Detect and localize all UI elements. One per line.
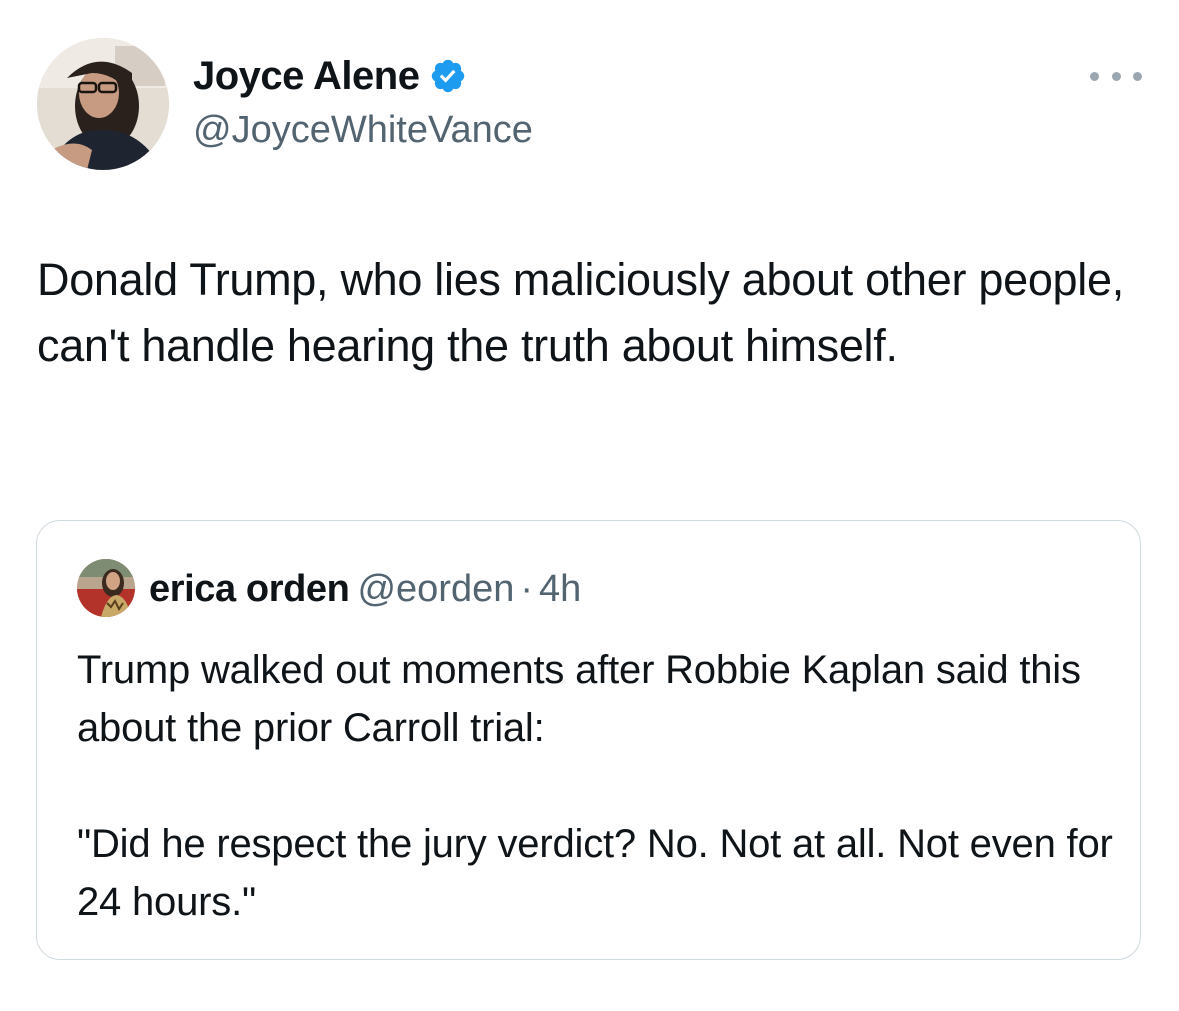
dot-separator: · — [520, 568, 534, 610]
quoted-author-avatar[interactable] — [77, 559, 135, 617]
author-handle[interactable]: @JoyceWhiteVance — [193, 108, 533, 152]
author-name-text: Joyce Alene — [193, 54, 420, 98]
quoted-author-name[interactable]: erica orden — [149, 568, 350, 610]
tweet-text: Donald Trump, who lies maliciously about… — [37, 254, 1137, 371]
quoted-tweet-card[interactable]: erica orden @eorden · 4h Trump walked out m… — [36, 520, 1141, 960]
author-avatar[interactable] — [37, 38, 169, 170]
more-dots-icon — [1111, 71, 1121, 81]
quoted-tweet-timestamp[interactable]: 4h — [539, 568, 581, 610]
verified-badge-icon — [432, 59, 465, 93]
avatar-photo — [37, 38, 169, 170]
quoted-avatar-photo — [77, 559, 135, 617]
more-dots-icon — [1133, 71, 1142, 81]
more-dots-icon — [1090, 71, 1099, 81]
quoted-tweet-text: Trump walked out moments after Robbie Ka… — [77, 648, 1113, 924]
quoted-tweet-header: erica orden @eorden · 4h — [149, 567, 581, 611]
more-options-button[interactable] — [1090, 62, 1142, 90]
quoted-author-handle[interactable]: @eorden — [357, 568, 514, 610]
author-display-name[interactable]: Joyce Alene — [193, 52, 467, 100]
